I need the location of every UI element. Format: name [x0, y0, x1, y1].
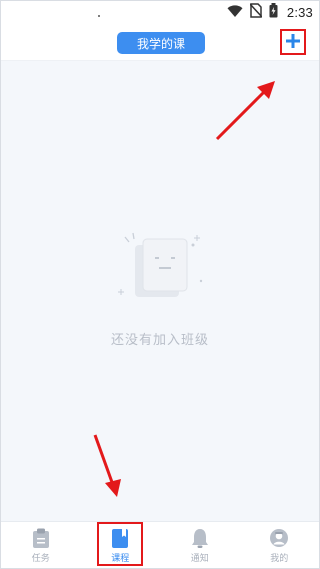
add-class-button[interactable] — [280, 29, 306, 55]
page-title[interactable]: 我学的课 — [117, 32, 205, 54]
tab-notifications-label: 通知 — [190, 554, 209, 564]
header: 我学的课 — [1, 23, 319, 61]
profile-icon — [269, 527, 289, 549]
tab-courses[interactable]: 课程 — [81, 522, 161, 568]
no-sim-icon — [249, 2, 263, 22]
main-content: 还没有加入班级 — [1, 61, 319, 521]
bell-icon — [190, 527, 210, 549]
empty-document-icon — [113, 229, 209, 307]
battery-charging-icon — [269, 2, 278, 22]
plus-icon — [286, 33, 300, 52]
clipboard-icon — [31, 527, 51, 549]
app-screen: 2:33 我学的课 还没有加入班级 任务 课程 通知 我的 — [0, 0, 320, 569]
status-dot — [98, 15, 100, 17]
tab-courses-label: 课程 — [111, 554, 130, 564]
empty-state-message: 还没有加入班级 — [110, 333, 209, 348]
wifi-icon — [227, 3, 243, 22]
bottom-tab-bar: 任务 课程 通知 我的 — [1, 521, 320, 568]
tab-notifications[interactable]: 通知 — [160, 522, 240, 568]
book-icon — [110, 527, 130, 549]
tab-profile[interactable]: 我的 — [240, 522, 320, 568]
tab-profile-label: 我的 — [270, 554, 289, 564]
status-time: 2:33 — [286, 4, 313, 20]
status-icons: 2:33 — [227, 2, 313, 22]
tab-tasks[interactable]: 任务 — [1, 522, 81, 568]
tab-tasks-label: 任务 — [31, 554, 50, 564]
status-bar: 2:33 — [1, 1, 319, 23]
